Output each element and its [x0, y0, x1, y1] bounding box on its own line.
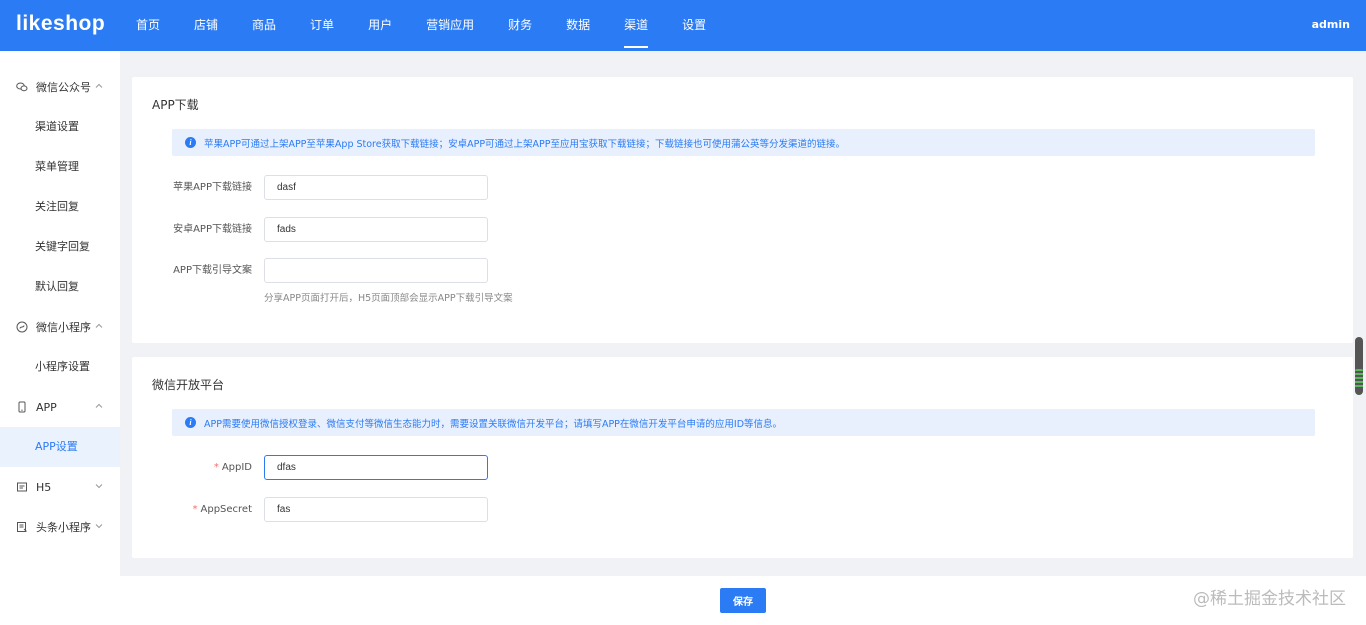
appid-row: * AppID	[132, 455, 732, 480]
ios-link-row: 苹果APP下载链接	[132, 175, 732, 200]
scrollbar-grip	[1355, 369, 1363, 389]
nav-marketing[interactable]: 营销应用	[416, 0, 484, 51]
top-nav: 首页 店铺 商品 订单 用户 营销应用 财务 数据 渠道 设置	[126, 0, 730, 51]
nav-data[interactable]: 数据	[556, 0, 600, 51]
alert-text: 苹果APP可通过上架APP至苹果App Store获取下载链接；安卓APP可通过…	[204, 138, 846, 150]
sidebar-group-label: 头条小程序	[36, 521, 91, 534]
sidebar-item-keyword-reply[interactable]: 关键字回复	[0, 227, 120, 267]
appsecret-label: * AppSecret	[192, 504, 253, 515]
info-alert: i APP需要使用微信授权登录、微信支付等微信生态能力时，需要设置关联微信开发平…	[172, 409, 1315, 436]
guide-text-label: APP下载引导文案	[173, 265, 252, 276]
appid-input[interactable]	[264, 455, 488, 480]
footer-bar: 保存 @稀土掘金技术社区	[120, 576, 1366, 625]
ios-link-label: 苹果APP下载链接	[173, 182, 252, 193]
nav-home[interactable]: 首页	[126, 0, 170, 51]
nav-channel[interactable]: 渠道	[614, 0, 658, 51]
sidebar-item-channel-settings[interactable]: 渠道设置	[0, 107, 120, 147]
appsecret-input[interactable]	[264, 497, 488, 522]
ios-link-input[interactable]	[264, 175, 488, 200]
phone-icon	[16, 401, 28, 413]
sidebar-group-toutiao[interactable]: 头条小程序	[0, 507, 120, 547]
nav-goods[interactable]: 商品	[242, 0, 286, 51]
chevron-up-icon	[95, 323, 103, 328]
nav-users[interactable]: 用户	[358, 0, 402, 51]
nav-orders[interactable]: 订单	[300, 0, 344, 51]
guide-text-input[interactable]	[264, 258, 488, 283]
appsecret-row: * AppSecret	[132, 497, 732, 522]
sidebar-group-label: 微信小程序	[36, 321, 91, 334]
h5-icon	[16, 481, 28, 493]
chevron-down-icon	[95, 484, 103, 489]
nav-settings[interactable]: 设置	[672, 0, 716, 51]
info-alert: i 苹果APP可通过上架APP至苹果App Store获取下载链接；安卓APP可…	[172, 129, 1315, 156]
nav-finance[interactable]: 财务	[498, 0, 542, 51]
info-icon: i	[185, 137, 196, 148]
guide-text-row: APP下载引导文案	[132, 258, 732, 283]
info-icon: i	[185, 417, 196, 428]
watermark: @稀土掘金技术社区	[1193, 589, 1346, 609]
sidebar: 微信公众号 渠道设置 菜单管理 关注回复 关键字回复 默认回复 微信小程序 小程…	[0, 51, 120, 625]
sidebar-group-h5[interactable]: H5	[0, 467, 120, 507]
sidebar-group-label: APP	[36, 400, 57, 414]
save-button[interactable]: 保存	[720, 588, 766, 613]
sidebar-group-label: H5	[36, 480, 52, 494]
user-menu[interactable]: admin	[1312, 18, 1350, 31]
sidebar-group-wechat-official[interactable]: 微信公众号	[0, 67, 120, 107]
sidebar-group-label: 微信公众号	[36, 81, 91, 94]
appid-label: * AppID	[213, 462, 252, 473]
android-link-label: 安卓APP下载链接	[173, 224, 252, 235]
android-link-input[interactable]	[264, 217, 488, 242]
sidebar-item-default-reply[interactable]: 默认回复	[0, 267, 120, 307]
sidebar-item-menu-management[interactable]: 菜单管理	[0, 147, 120, 187]
sidebar-group-app[interactable]: APP	[0, 387, 120, 427]
sidebar-group-mini-program[interactable]: 微信小程序	[0, 307, 120, 347]
android-link-row: 安卓APP下载链接	[132, 217, 732, 242]
chevron-up-icon	[95, 403, 103, 408]
alert-text: APP需要使用微信授权登录、微信支付等微信生态能力时，需要设置关联微信开发平台；…	[204, 418, 783, 430]
chevron-up-icon	[95, 83, 103, 88]
app-download-card: APP下载 i 苹果APP可通过上架APP至苹果App Store获取下载链接；…	[132, 77, 1353, 343]
toutiao-icon	[16, 521, 28, 533]
brand-logo[interactable]: likeshop	[16, 12, 105, 36]
top-bar: likeshop 首页 店铺 商品 订单 用户 营销应用 财务 数据 渠道 设置…	[0, 0, 1366, 51]
sidebar-item-mini-program-settings[interactable]: 小程序设置	[0, 347, 120, 387]
wechat-icon	[16, 81, 28, 93]
page-scrollbar[interactable]	[1353, 51, 1365, 576]
sidebar-item-app-settings[interactable]: APP设置	[0, 427, 120, 467]
open-platform-card: 微信开放平台 i APP需要使用微信授权登录、微信支付等微信生态能力时，需要设置…	[132, 357, 1353, 558]
chevron-down-icon	[95, 524, 103, 529]
sidebar-item-follow-reply[interactable]: 关注回复	[0, 187, 120, 227]
mini-program-icon	[16, 321, 28, 333]
guide-hint: 分享APP页面打开后，H5页面顶部会显示APP下载引导文案	[264, 293, 513, 304]
nav-shop[interactable]: 店铺	[184, 0, 228, 51]
card-title: 微信开放平台	[152, 378, 225, 392]
card-title: APP下载	[152, 98, 199, 112]
